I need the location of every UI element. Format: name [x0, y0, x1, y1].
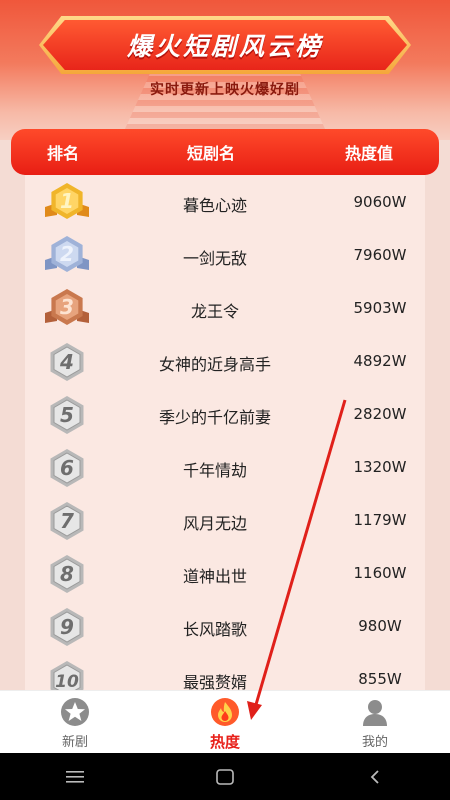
table-row[interactable]: 10 最强赘婿 855W [25, 652, 425, 690]
drama-name: 长风踏歌 [182, 620, 247, 639]
tab-heat[interactable]: 热度 [150, 691, 300, 753]
rank-number: 7 [60, 509, 74, 533]
menu-icon [66, 770, 84, 783]
rank-hexagon-icon: 7 [50, 502, 84, 540]
bottom-tab-bar: 新剧 热度 我的 [0, 690, 450, 753]
rank-medal-icon: 3 [45, 289, 89, 325]
table-row[interactable]: 4 女神的近身高手 4892W [25, 334, 425, 387]
heat-value: 1179W [353, 511, 407, 529]
heat-value: 1320W [353, 458, 407, 476]
tab-mine[interactable]: 我的 [300, 691, 450, 753]
column-header-rank: 排名 [47, 144, 80, 163]
rank-hexagon-icon: 4 [50, 343, 84, 381]
home-button[interactable] [205, 762, 245, 792]
column-header-name: 短剧名 [187, 144, 236, 163]
rank-hexagon-icon: 10 [50, 661, 84, 690]
drama-name: 最强赘婿 [182, 673, 247, 690]
table-row[interactable]: 9 长风踏歌 980W [25, 599, 425, 652]
table-row[interactable]: 3 龙王令 5903W [25, 281, 425, 334]
table-row[interactable]: 7 风月无边 1179W [25, 493, 425, 546]
rank-number: 2 [60, 242, 74, 266]
rank-hexagon-icon: 9 [50, 608, 84, 646]
table-row[interactable]: 6 千年情劫 1320W [25, 440, 425, 493]
table-row[interactable]: 2 一剑无敌 7960W [25, 228, 425, 281]
star-icon [61, 698, 89, 726]
tab-label-heat: 热度 [209, 733, 240, 751]
table-header: 排名 短剧名 热度值 [11, 129, 439, 175]
heat-value: 9060W [353, 193, 407, 211]
heat-value: 7960W [353, 246, 407, 264]
table-row[interactable]: 5 季少的千亿前妻 2820W [25, 387, 425, 440]
tab-label-new: 新剧 [61, 735, 88, 750]
column-header-heat: 热度值 [345, 144, 394, 163]
page-subtitle: 实时更新上映火爆好剧 [150, 82, 300, 98]
heat-value: 980W [358, 617, 402, 635]
table-row[interactable]: 1 暮色心迹 9060W [25, 175, 425, 228]
drama-name: 龙王令 [190, 302, 239, 321]
rank-number: 10 [55, 672, 79, 690]
rank-number: 9 [60, 615, 74, 639]
rank-number: 3 [60, 295, 74, 319]
heat-value: 4892W [353, 352, 407, 370]
heat-value: 2820W [353, 405, 407, 423]
rank-medal-icon: 2 [45, 236, 89, 272]
title-banner: 爆火短剧风云榜 [43, 20, 407, 70]
drama-name: 季少的千亿前妻 [158, 408, 271, 427]
heat-value: 855W [358, 670, 402, 688]
heat-value: 5903W [353, 299, 407, 317]
system-navigation-bar [0, 753, 450, 800]
rank-number: 5 [60, 403, 74, 427]
drama-name: 女神的近身高手 [158, 355, 271, 374]
user-icon [363, 700, 387, 726]
drama-name: 风月无边 [182, 514, 247, 533]
table-row[interactable]: 8 道神出世 1160W [25, 546, 425, 599]
flame-icon [211, 698, 239, 726]
home-square-icon [216, 768, 234, 785]
drama-name: 暮色心迹 [182, 196, 247, 215]
rank-number: 8 [60, 562, 74, 586]
drama-name: 千年情劫 [182, 461, 247, 480]
rank-number: 4 [59, 350, 74, 374]
drama-name: 一剑无敌 [182, 249, 247, 268]
back-button[interactable] [355, 762, 395, 792]
drama-name: 道神出世 [182, 567, 247, 586]
rank-medal-icon: 1 [45, 183, 89, 219]
tab-new-dramas[interactable]: 新剧 [0, 691, 150, 753]
rank-number: 6 [60, 456, 74, 480]
menu-button[interactable] [55, 762, 95, 792]
heat-value: 1160W [353, 564, 407, 582]
ranking-list[interactable]: 1 暮色心迹 9060W 2 一剑无敌 7960W 3 龙王令 5903W 4 女神的近身高手 489… [25, 175, 425, 690]
tab-label-mine: 我的 [361, 735, 388, 750]
rank-hexagon-icon: 5 [50, 396, 84, 434]
rank-number: 1 [60, 189, 74, 213]
rank-hexagon-icon: 8 [50, 555, 84, 593]
page-title: 爆火短剧风云榜 [126, 32, 323, 61]
rank-hexagon-icon: 6 [50, 449, 84, 487]
back-icon [370, 769, 379, 784]
